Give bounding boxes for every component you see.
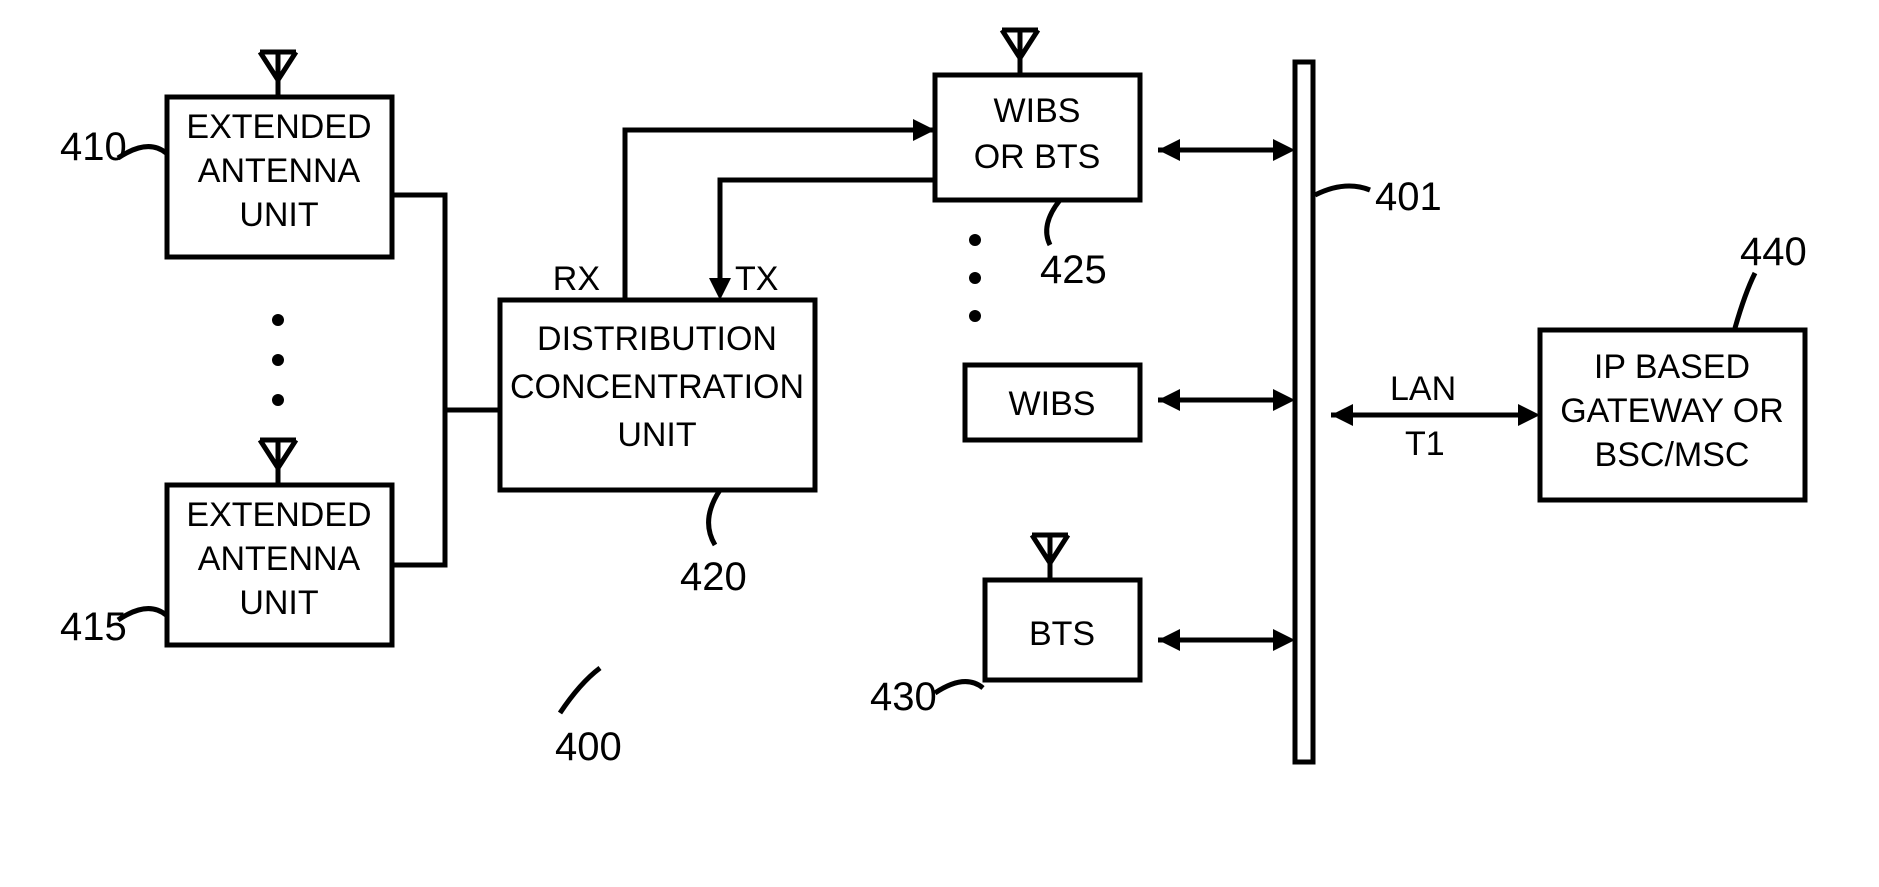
- antenna-icon: [260, 52, 296, 97]
- wibs: WIBS: [965, 365, 1140, 440]
- eau2-line1: EXTENDED: [186, 496, 371, 534]
- gw-line2: GATEWAY OR: [1560, 392, 1784, 430]
- eau2-line2: ANTENNA: [198, 540, 361, 578]
- lan-bus: [1295, 62, 1313, 762]
- bus-ref: 401: [1375, 175, 1442, 219]
- wibs-label: WIBS: [1009, 385, 1096, 423]
- vertical-ellipsis-dot: [272, 354, 284, 366]
- extended-antenna-unit-2: EXTENDED ANTENNA UNIT: [167, 440, 392, 645]
- rx-label: RX: [553, 260, 600, 298]
- vertical-ellipsis-dot: [969, 272, 981, 284]
- wibs-bts-line2: OR BTS: [974, 138, 1101, 176]
- block-diagram: EXTENDED ANTENNA UNIT 410 EXTENDED ANTEN…: [0, 0, 1879, 887]
- ip-gateway: IP BASED GATEWAY OR BSC/MSC: [1540, 330, 1805, 500]
- eau1-line2: ANTENNA: [198, 152, 361, 190]
- extended-antenna-unit-1: EXTENDED ANTENNA UNIT: [167, 52, 392, 257]
- gw-line1: IP BASED: [1594, 348, 1750, 386]
- eau1-ref: 410: [60, 125, 127, 169]
- eau2-line3: UNIT: [239, 584, 318, 622]
- gw-line3: BSC/MSC: [1595, 436, 1750, 474]
- eau1-line3: UNIT: [239, 196, 318, 234]
- bts-ref: 430: [870, 675, 937, 719]
- vertical-ellipsis-dot: [272, 394, 284, 406]
- vertical-ellipsis-dot: [969, 310, 981, 322]
- dcu-ref: 420: [680, 555, 747, 599]
- eau1-line1: EXTENDED: [186, 108, 371, 146]
- antenna-icon: [260, 440, 296, 485]
- dcu-line3: UNIT: [617, 416, 696, 454]
- bts: BTS: [985, 535, 1140, 680]
- eau2-ref: 415: [60, 605, 127, 649]
- dcu-line2: CONCENTRATION: [510, 368, 804, 406]
- antenna-icon: [1002, 30, 1038, 75]
- lan-label: LAN: [1390, 370, 1456, 408]
- dcu-line1: DISTRIBUTION: [537, 320, 777, 358]
- bts-label: BTS: [1029, 615, 1095, 653]
- tx-label: TX: [735, 260, 778, 298]
- t1-label: T1: [1405, 425, 1445, 463]
- diagram-id: 400: [555, 725, 622, 769]
- wibs-bts-ref: 425: [1040, 248, 1107, 292]
- gw-ref: 440: [1740, 230, 1807, 274]
- vertical-ellipsis-dot: [272, 314, 284, 326]
- wibs-or-bts: WIBS OR BTS: [935, 30, 1140, 200]
- antenna-icon: [1032, 535, 1068, 580]
- distribution-concentration-unit: DISTRIBUTION CONCENTRATION UNIT: [500, 300, 815, 490]
- wibs-bts-line1: WIBS: [994, 92, 1081, 130]
- vertical-ellipsis-dot: [969, 234, 981, 246]
